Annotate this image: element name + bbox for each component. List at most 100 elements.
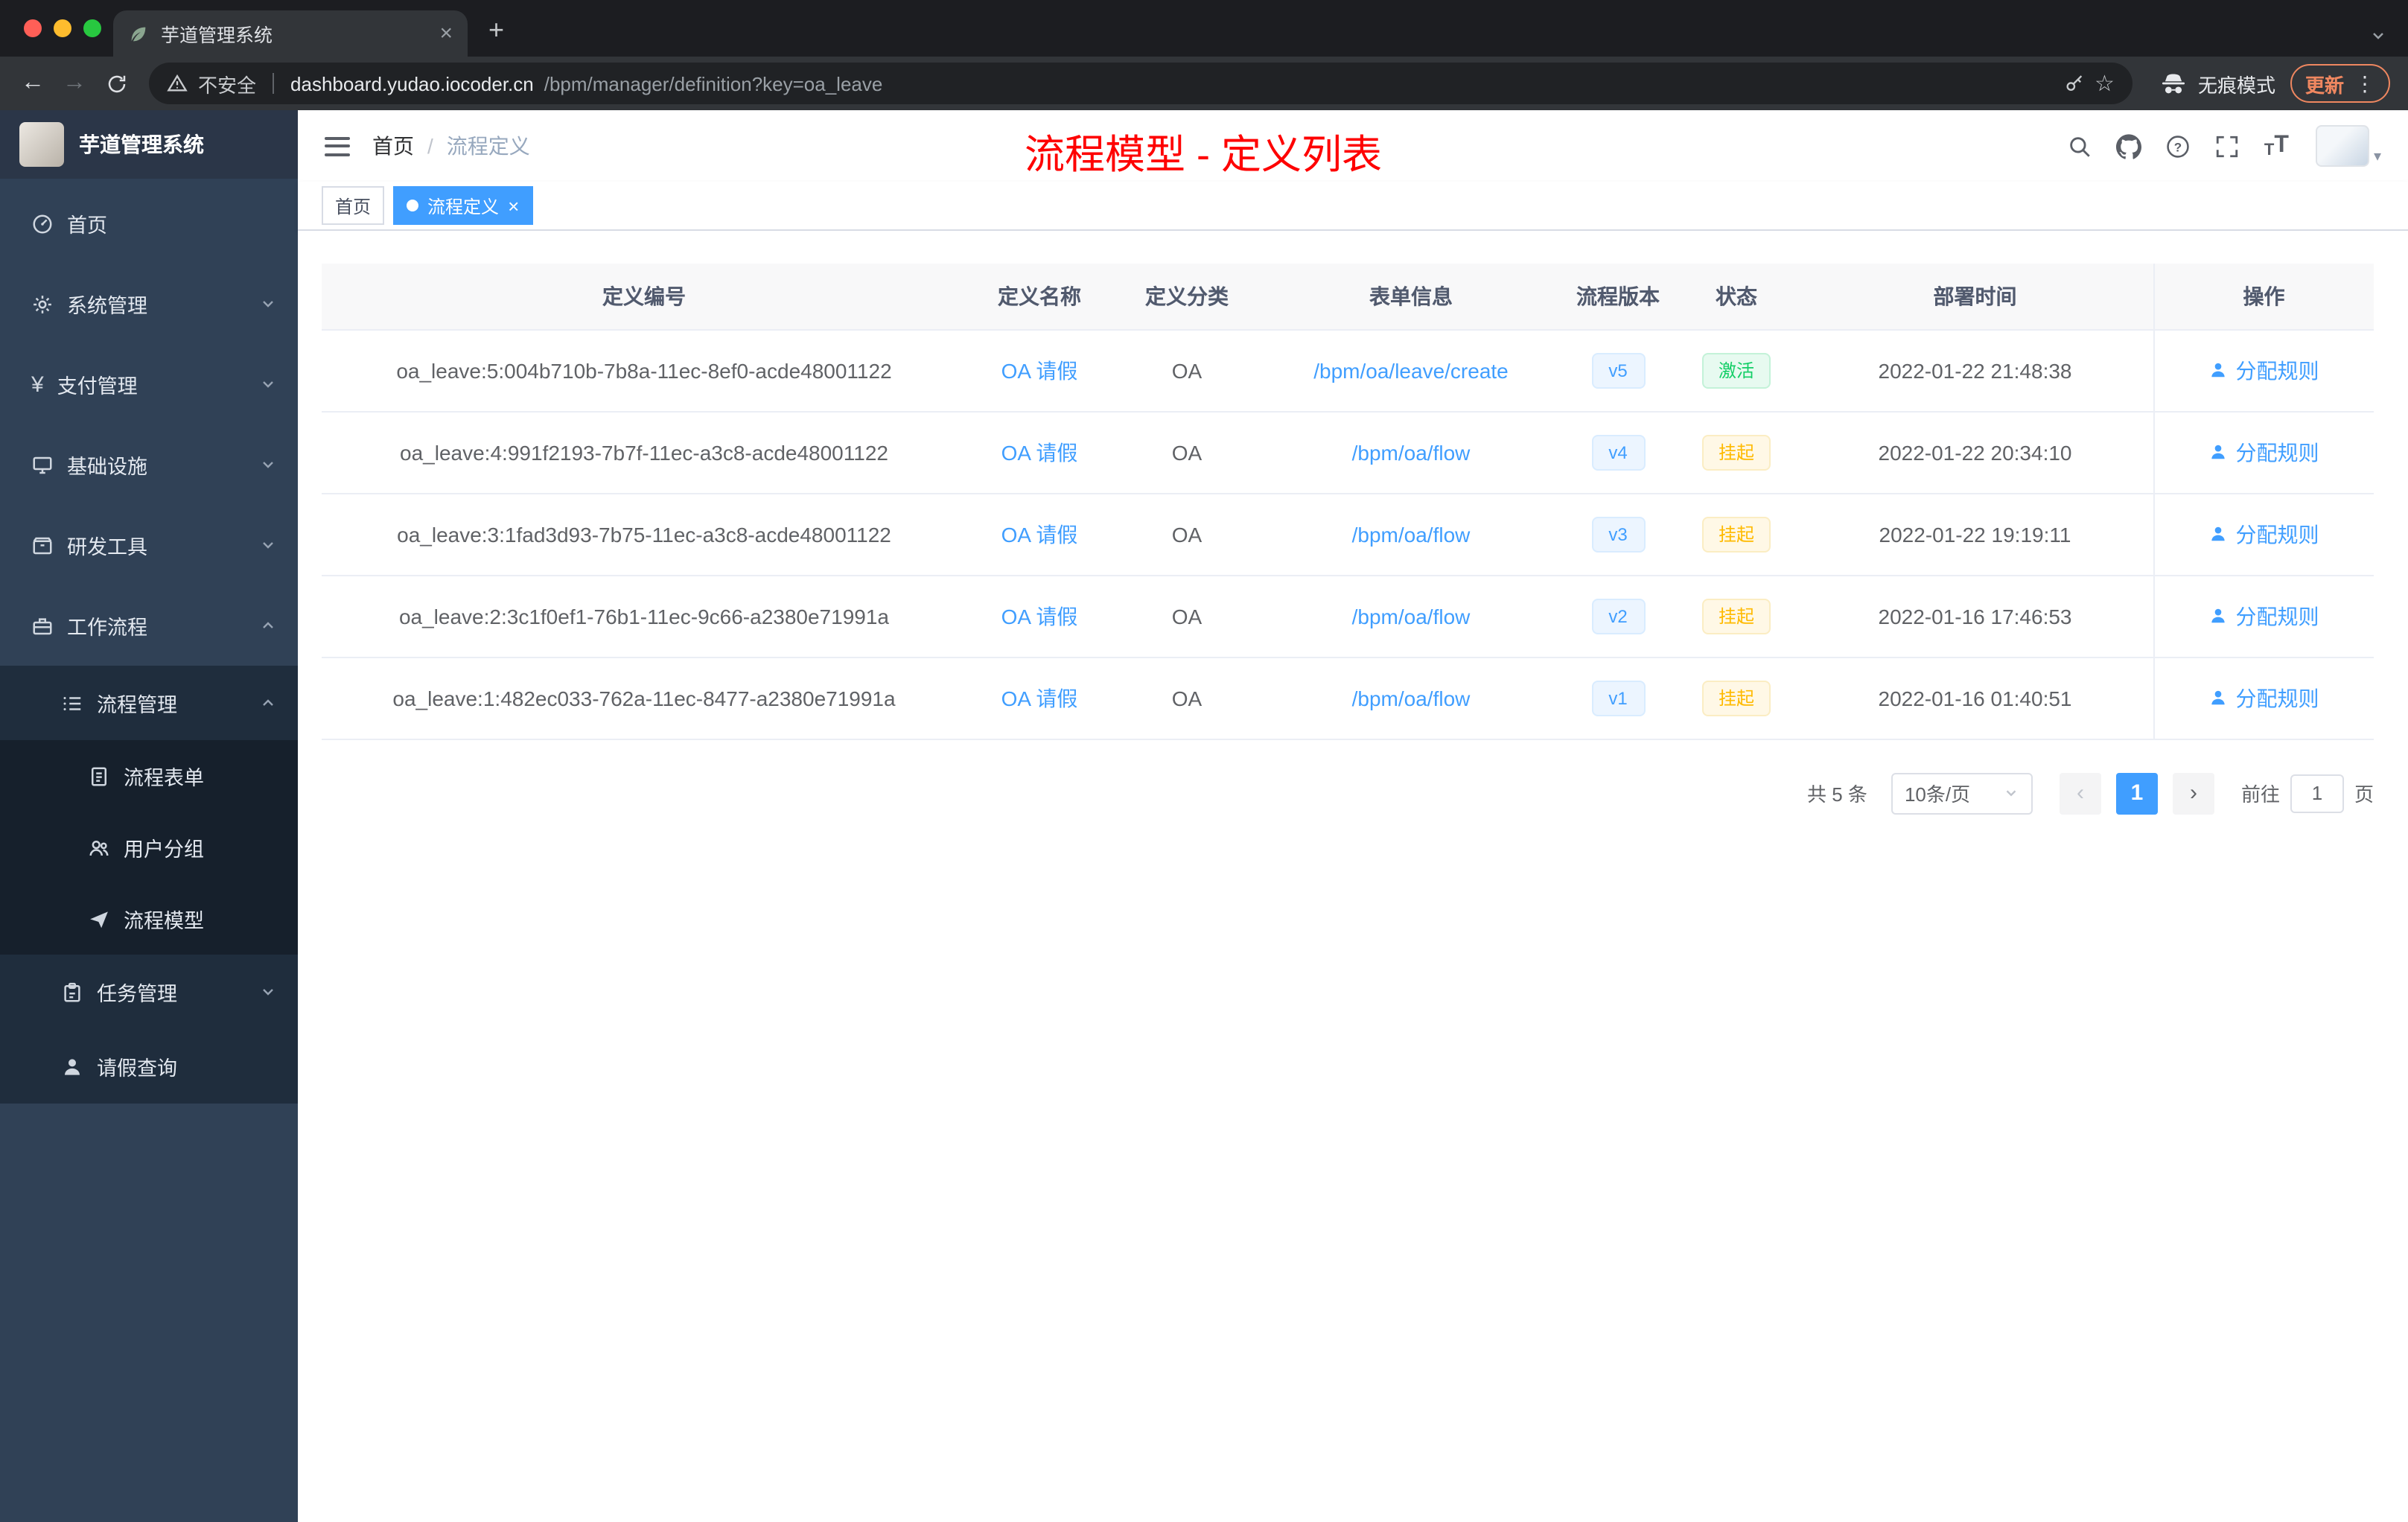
version-tag: v2: [1591, 598, 1645, 634]
sidebar-item-process-model[interactable]: 流程模型: [0, 883, 298, 955]
forward-button[interactable]: →: [54, 63, 95, 104]
sidebar-item-payment-management[interactable]: ¥ 支付管理: [0, 344, 298, 424]
sidebar-item-label: 流程模型: [124, 910, 204, 932]
sidebar-item-leave-query[interactable]: 请假查询: [0, 1029, 298, 1104]
chevron-down-icon: [259, 456, 277, 474]
cell-category: OA: [1112, 575, 1261, 657]
tab-search-chevron-icon[interactable]: [2369, 27, 2387, 45]
tag-process-definition[interactable]: 流程定义 ×: [393, 186, 533, 225]
status-badge: 挂起: [1701, 598, 1771, 634]
goto-page-input[interactable]: [2290, 774, 2344, 812]
table-row: oa_leave:3:1fad3d93-7b75-11ec-a3c8-acde4…: [322, 493, 2374, 576]
main-panel: 首页 / 流程定义 流程模型 - 定义列表 ? TT ▾ 首页 流程定义 × 定…: [298, 110, 2408, 1522]
definition-name-link[interactable]: OA 请假: [1001, 604, 1078, 628]
app-logo: [19, 122, 64, 167]
form-info-link[interactable]: /bpm/oa/flow: [1352, 604, 1471, 628]
cell-definition-id: oa_leave:4:991f2193-7b7f-11ec-a3c8-acde4…: [322, 411, 966, 494]
sidebar-item-user-group[interactable]: 用户分组: [0, 812, 298, 883]
key-icon[interactable]: [2063, 73, 2084, 94]
form-info-link[interactable]: /bpm/oa/flow: [1352, 686, 1471, 710]
sidebar-menu: 首页 系统管理 ¥ 支付管理 基础设施 研发工具 工作流程 流程管理 流程表单 …: [0, 179, 298, 1522]
sidebar-item-task-management[interactable]: 任务管理: [0, 955, 298, 1029]
next-page-button[interactable]: ›: [2172, 772, 2214, 814]
definition-table: 定义编号 定义名称 定义分类 表单信息 流程版本 状态 部署时间 操作 oa_l: [322, 264, 2374, 739]
sidebar-item-label: 基础设施: [67, 456, 147, 478]
definition-name-link[interactable]: OA 请假: [1001, 358, 1078, 382]
definition-name-link[interactable]: OA 请假: [1001, 440, 1078, 464]
form-info-link[interactable]: /bpm/oa/flow: [1352, 440, 1471, 464]
address-divider: [273, 73, 275, 94]
assign-rule-link[interactable]: 分配规则: [2209, 437, 2319, 467]
fullscreen-icon[interactable]: [2215, 133, 2240, 159]
address-bar[interactable]: 不安全 dashboard.yudao.iocoder.cn /bpm/mana…: [149, 63, 2133, 104]
dashboard-icon: [31, 212, 54, 235]
assign-rule-link[interactable]: 分配规则: [2209, 355, 2319, 385]
security-label[interactable]: 不安全: [198, 69, 256, 98]
browser-tab[interactable]: 芋道管理系统 ×: [113, 10, 468, 57]
sidebar-item-label: 任务管理: [97, 983, 177, 1005]
tab-title: 芋道管理系统: [161, 25, 273, 46]
chrome-update-button[interactable]: 更新 ⋮: [2290, 64, 2390, 103]
page-annotation-title: 流程模型 - 定义列表: [1025, 133, 1382, 177]
more-menu-icon[interactable]: ⋮: [2354, 71, 2375, 96]
assign-rule-link[interactable]: 分配规则: [2209, 519, 2319, 549]
form-info-link[interactable]: /bpm/oa/leave/create: [1313, 358, 1509, 382]
back-button[interactable]: ←: [12, 63, 54, 104]
top-navbar: 首页 / 流程定义 流程模型 - 定义列表 ? TT ▾: [298, 110, 2408, 182]
sidebar-item-process-management[interactable]: 流程管理: [0, 666, 298, 740]
app-title: 芋道管理系统: [79, 133, 204, 156]
cell-category: OA: [1112, 329, 1261, 412]
page-size-value: 10条/页: [1904, 783, 1971, 806]
assign-rule-link[interactable]: 分配规则: [2209, 601, 2319, 631]
breadcrumb-separator: /: [427, 134, 433, 158]
cell-category: OA: [1112, 657, 1261, 739]
breadcrumb: 首页 / 流程定义: [372, 131, 530, 161]
person-icon: [2211, 363, 2226, 378]
page-size-select[interactable]: 10条/页: [1891, 772, 2033, 814]
sidebar-item-home[interactable]: 首页: [0, 183, 298, 264]
table-row: oa_leave:2:3c1f0ef1-76b1-11ec-9c66-a2380…: [322, 575, 2374, 657]
user-menu[interactable]: ▾: [2315, 125, 2381, 167]
new-tab-button[interactable]: +: [488, 15, 504, 46]
sidebar-item-infrastructure[interactable]: 基础设施: [0, 424, 298, 505]
definition-name-link[interactable]: OA 请假: [1001, 522, 1078, 546]
users-icon: [88, 836, 110, 859]
prev-page-button[interactable]: ‹: [2059, 772, 2101, 814]
tags-view-bar: 首页 流程定义 ×: [298, 182, 2408, 231]
search-icon[interactable]: [2068, 133, 2093, 159]
tag-close-icon[interactable]: ×: [508, 196, 519, 215]
help-icon[interactable]: ?: [2166, 133, 2191, 159]
sidebar-item-label: 流程表单: [124, 767, 204, 789]
cell-deploy-time: 2022-01-22 20:34:10: [1797, 411, 2153, 494]
cell-deploy-time: 2022-01-22 19:19:11: [1797, 493, 2153, 576]
assign-rule-link[interactable]: 分配规则: [2209, 683, 2319, 713]
sidebar-item-process-form[interactable]: 流程表单: [0, 740, 298, 812]
sidebar-item-label: 支付管理: [57, 375, 138, 398]
yen-icon: ¥: [31, 372, 44, 397]
column-header: 定义名称: [966, 264, 1112, 330]
person-icon: [61, 1055, 83, 1077]
sidebar-item-label: 请假查询: [97, 1057, 177, 1080]
chevron-up-icon: [259, 617, 277, 634]
sidebar: 芋道管理系统 首页 系统管理 ¥ 支付管理 基础设施 研发工具 工作流程 流程管…: [0, 110, 298, 1522]
hamburger-icon[interactable]: [325, 136, 350, 156]
bookmark-star-icon[interactable]: ☆: [2095, 70, 2115, 97]
page-number-button[interactable]: 1: [2115, 772, 2158, 814]
reload-button[interactable]: [95, 63, 137, 104]
tag-label: 首页: [335, 196, 372, 217]
github-icon[interactable]: [2116, 133, 2142, 159]
sidebar-item-dev-tools[interactable]: 研发工具: [0, 505, 298, 585]
minimize-window-button[interactable]: [54, 19, 71, 37]
sidebar-item-system-management[interactable]: 系统管理: [0, 264, 298, 344]
tab-close-icon[interactable]: ×: [439, 22, 453, 45]
tag-home[interactable]: 首页: [322, 186, 385, 225]
form-info-link[interactable]: /bpm/oa/flow: [1352, 522, 1471, 546]
version-tag: v5: [1591, 352, 1645, 388]
definition-name-link[interactable]: OA 请假: [1001, 686, 1078, 710]
sidebar-item-workflow[interactable]: 工作流程: [0, 585, 298, 666]
cell-category: OA: [1112, 411, 1261, 494]
breadcrumb-home[interactable]: 首页: [372, 131, 414, 161]
zoom-window-button[interactable]: [83, 19, 101, 37]
close-window-button[interactable]: [24, 19, 42, 37]
font-size-icon[interactable]: TT: [2264, 133, 2289, 159]
